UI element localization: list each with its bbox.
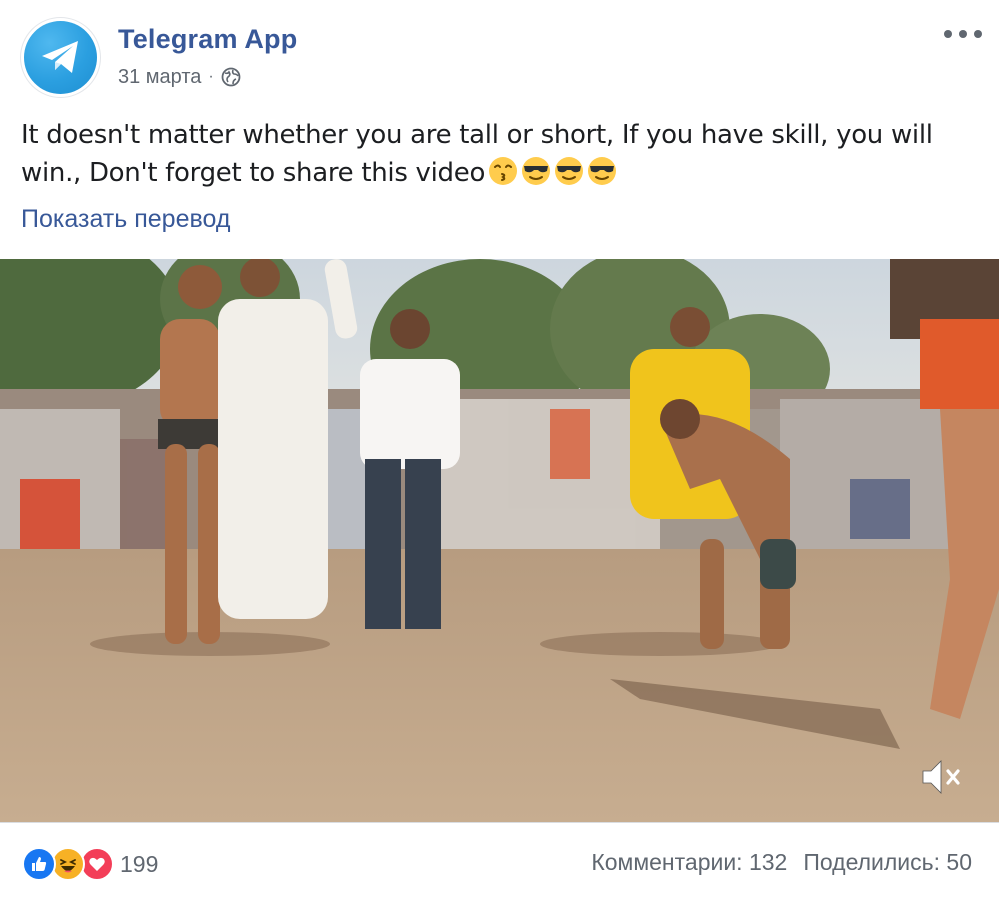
post-message-text: It doesn't matter whether you are tall o…: [21, 120, 933, 188]
haha-icon: [51, 847, 85, 881]
comments-count-link[interactable]: Комментарии: 132: [591, 849, 787, 876]
sunglasses-face-emoji-icon: [520, 155, 552, 187]
kissing-face-emoji-icon: [487, 155, 519, 187]
page-avatar[interactable]: [20, 17, 101, 98]
video-player[interactable]: [0, 259, 999, 822]
reaction-count: 199: [120, 850, 159, 877]
love-icon: [80, 847, 114, 881]
more-horizontal-icon[interactable]: [944, 22, 982, 46]
post-meta: 31 марта ·: [118, 65, 241, 89]
telegram-paper-plane-icon: [24, 21, 97, 94]
shares-count-link[interactable]: Поделились: 50: [803, 849, 972, 876]
sunglasses-face-emoji-icon: [553, 155, 585, 187]
post-footer: 199 Комментарии: 132 Поделились: 50: [0, 822, 999, 901]
emoji-row: [487, 155, 618, 187]
like-icon: [22, 847, 56, 881]
meta-separator: ·: [208, 68, 214, 85]
post-stats: Комментарии: 132 Поделились: 50: [591, 849, 972, 876]
video-frame: [0, 259, 999, 822]
post-header: Telegram App 31 марта ·: [0, 0, 999, 110]
post-date-link[interactable]: 31 марта: [118, 66, 201, 89]
page-name-link[interactable]: Telegram App: [118, 24, 297, 55]
sunglasses-face-emoji-icon: [586, 155, 618, 187]
speaker-muted-icon[interactable]: [918, 757, 964, 797]
post-message: It doesn't matter whether you are tall o…: [21, 116, 971, 192]
reactions-summary[interactable]: 199: [22, 847, 158, 881]
show-translation-link[interactable]: Показать перевод: [21, 205, 230, 234]
globe-icon[interactable]: [221, 67, 241, 87]
